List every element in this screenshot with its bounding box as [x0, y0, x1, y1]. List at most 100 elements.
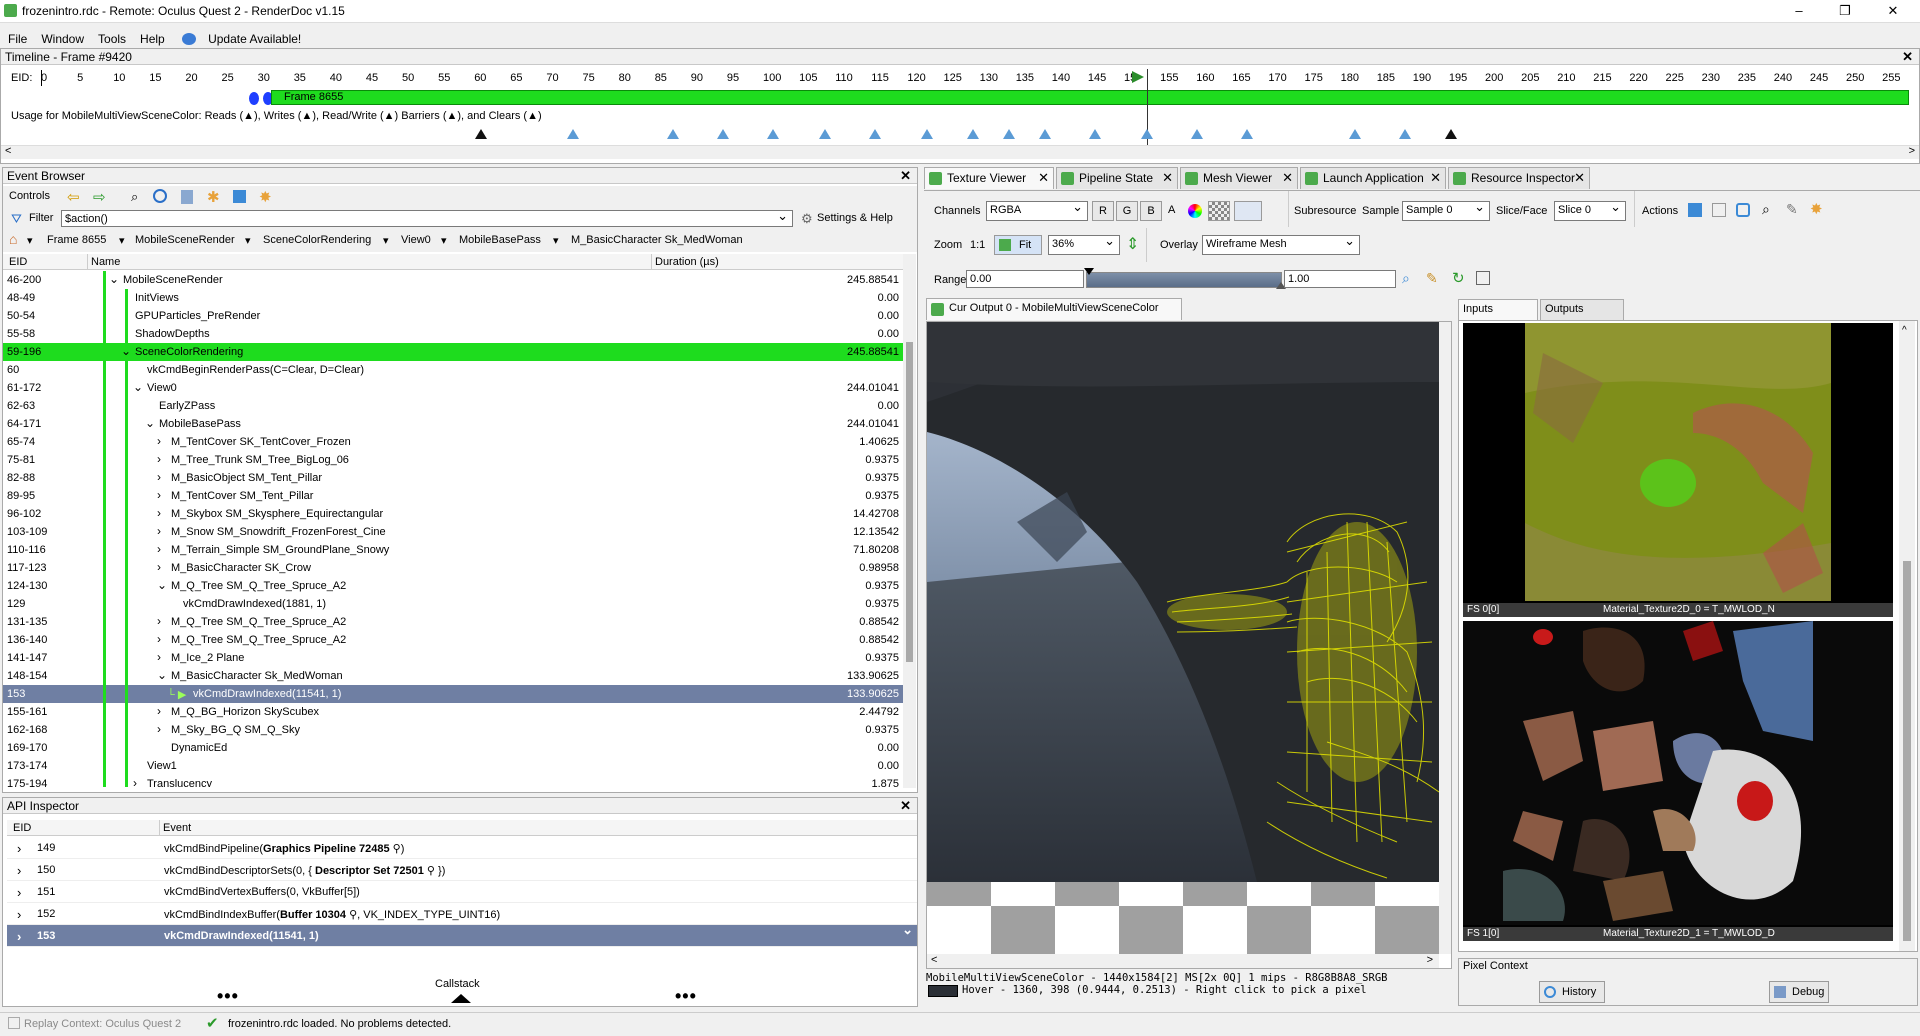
event-row[interactable]: 148-154 ⌄ M_BasicCharacter Sk_MedWoman 133.… — [3, 667, 903, 685]
event-row[interactable]: 96-102 › M_Skybox SM_Skysphere_Equirectang… — [3, 505, 903, 523]
close-icon[interactable]: ✕ — [1282, 170, 1293, 186]
texture-vscroll[interactable] — [1439, 322, 1451, 954]
current-event-flag[interactable] — [1132, 71, 1144, 83]
debug-button[interactable]: Debug — [1769, 981, 1829, 1003]
thumbnail-scrollbar[interactable]: ^ — [1899, 321, 1915, 951]
event-row[interactable]: 60 vkCmdBeginRenderPass(C=Clear, D=Clear) — [3, 361, 903, 379]
breadcrumb-item[interactable]: View0 — [401, 234, 431, 246]
api-row[interactable]: › 151 vkCmdBindVertexBuffers(0, VkBuffer[5… — [7, 881, 917, 903]
collapse-icon[interactable]: ⌄ — [145, 416, 155, 430]
event-row[interactable]: 169-170 DynamicEd 0.00 — [3, 739, 903, 757]
api-row[interactable]: › 152 vkCmdBindIndexBuffer(Buffer 10304 ⚲,… — [7, 903, 917, 925]
event-row[interactable]: 50-54 GPUParticles_PreRender 0.00 — [3, 307, 903, 325]
usage-marker[interactable] — [921, 129, 933, 139]
clock-icon[interactable] — [153, 189, 167, 203]
channel-b-toggle[interactable]: B — [1140, 201, 1162, 221]
column-eid[interactable]: EID — [9, 256, 27, 268]
expand-icon[interactable]: › — [17, 841, 21, 856]
expand-icon[interactable]: › — [157, 560, 161, 574]
event-row[interactable]: 117-123 › M_BasicCharacter SK_Crow 0.98958 — [3, 559, 903, 577]
close-icon[interactable]: ✕ — [1162, 170, 1173, 186]
save-texture-icon[interactable] — [1688, 203, 1702, 217]
column-eid[interactable]: EID — [13, 822, 31, 834]
event-row[interactable]: 64-171 ⌄ MobileBasePass 244.01041 — [3, 415, 903, 433]
binoculars-icon[interactable]: ⌕ — [1762, 201, 1770, 218]
link-icon[interactable]: ⚲ — [424, 865, 435, 877]
event-row[interactable]: 82-88 › M_BasicObject SM_Tent_Pillar 0.9375 — [3, 469, 903, 487]
usage-marker[interactable] — [1191, 129, 1203, 139]
forward-arrow-icon[interactable]: ⇨ — [93, 188, 106, 206]
collapse-icon[interactable]: ⌄ — [121, 344, 131, 358]
collapse-icon[interactable]: ⌄ — [157, 668, 167, 682]
sample-select[interactable]: Sample 0 — [1402, 199, 1490, 221]
collapse-icon[interactable]: ⌄ — [157, 578, 167, 592]
close-icon[interactable]: ✕ — [1574, 170, 1585, 186]
expand-icon[interactable]: › — [157, 506, 161, 520]
expand-icon[interactable]: › — [157, 542, 161, 556]
texture-hscroll[interactable]: < > — [927, 954, 1439, 968]
tab-launch-application[interactable]: Launch Application ✕ — [1300, 167, 1446, 189]
event-row[interactable]: 75-81 › M_Tree_Trunk SM_Tree_BigLog_06 0.93… — [3, 451, 903, 469]
tab-outputs[interactable]: Outputs — [1540, 299, 1624, 321]
usage-marker[interactable] — [667, 129, 679, 139]
expand-icon[interactable]: › — [157, 488, 161, 502]
event-row[interactable]: 155-161 › M_Q_BG_Horizon SkyScubex 2.44792 — [3, 703, 903, 721]
range-min-input[interactable]: 0.00 — [966, 270, 1084, 288]
event-row[interactable]: 131-135 › M_Q_Tree SM_Q_Tree_Spruce_A2 0.88… — [3, 613, 903, 631]
event-row[interactable]: 175-194 › Translucency 1.875 — [3, 775, 903, 787]
channel-a-toggle[interactable]: A — [1168, 204, 1175, 216]
usage-marker[interactable] — [1349, 129, 1361, 139]
api-row[interactable]: › 149 vkCmdBindPipeline(Graphics Pipeline … — [7, 837, 917, 859]
zoom-select[interactable]: 36% — [1048, 233, 1120, 255]
collapse-icon[interactable]: ⌄ — [109, 272, 119, 286]
event-row[interactable]: 65-74 › M_TentCover SK_TentCover_Frozen 1.4… — [3, 433, 903, 451]
event-row[interactable]: 48-49 InitViews 0.00 — [3, 289, 903, 307]
usage-marker[interactable] — [1241, 129, 1253, 139]
bookmark-icon[interactable] — [181, 190, 193, 204]
menu-tools[interactable]: Tools — [90, 28, 132, 46]
zoom-range-icon[interactable]: ⌕ — [1402, 270, 1410, 287]
usage-marker[interactable] — [819, 129, 831, 139]
update-available-link[interactable]: Update Available! — [174, 24, 313, 46]
filter-input[interactable]: $action() — [61, 208, 793, 227]
expand-icon[interactable]: › — [17, 929, 21, 944]
thumbnail-input-1[interactable]: FS 1[0] Material_Texture2D_1 = T_MWLOD_D — [1463, 621, 1893, 941]
expand-icon[interactable]: › — [157, 524, 161, 538]
thumbnail-input-0[interactable]: FS 0[0] Material_Texture2D_0 = T_MWLOD_N — [1463, 323, 1893, 617]
event-row[interactable]: 46-200 ⌄ MobileSceneRender 245.88541 — [3, 271, 903, 289]
link-icon[interactable]: ⚲ — [346, 909, 357, 921]
wand-icon[interactable]: ✸ — [259, 188, 272, 206]
event-row[interactable]: 124-130 ⌄ M_Q_Tree SM_Q_Tree_Spruce_A2 0.93… — [3, 577, 903, 595]
usage-marker[interactable] — [1089, 129, 1101, 139]
frame-bar[interactable]: Frame 8655 — [271, 90, 1909, 105]
expand-icon[interactable]: › — [157, 722, 161, 736]
close-icon[interactable]: ✕ — [1902, 49, 1913, 65]
event-row[interactable]: 162-168 › M_Sky_BG_Q SM_Q_Sky 0.9375 — [3, 721, 903, 739]
tab-pipeline-state[interactable]: Pipeline State ✕ — [1056, 167, 1178, 189]
usage-marker[interactable] — [1039, 129, 1051, 139]
menu-help[interactable]: Help — [132, 28, 171, 46]
usage-marker[interactable] — [1445, 129, 1457, 139]
event-row[interactable]: 62-63 EarlyZPass 0.00 — [3, 397, 903, 415]
tab-inputs[interactable]: Inputs — [1458, 299, 1538, 321]
expand-icon[interactable]: › — [157, 632, 161, 646]
channel-r-toggle[interactable]: R — [1092, 201, 1114, 221]
texture-canvas[interactable]: < > — [926, 321, 1452, 969]
event-row[interactable]: 136-140 › M_Q_Tree SM_Q_Tree_Spruce_A2 0.88… — [3, 631, 903, 649]
fit-button[interactable]: Fit — [994, 235, 1042, 255]
expand-icon[interactable]: › — [157, 650, 161, 664]
breadcrumb-item[interactable]: SceneColorRendering — [263, 234, 371, 246]
color-wheel-icon[interactable] — [1188, 204, 1202, 218]
usage-marker[interactable] — [1003, 129, 1015, 139]
close-icon[interactable]: ✕ — [900, 798, 911, 814]
expand-icon[interactable]: › — [17, 885, 21, 900]
expand-icon[interactable]: › — [157, 452, 161, 466]
channel-g-toggle[interactable]: G — [1116, 201, 1138, 221]
autofit-icon[interactable]: ✎ — [1426, 270, 1438, 287]
home-icon[interactable]: ⌂ — [9, 231, 17, 247]
close-icon[interactable]: ✕ — [1430, 170, 1441, 186]
expand-icon[interactable]: › — [157, 434, 161, 448]
breadcrumb-item[interactable]: MobileSceneRender — [135, 234, 235, 246]
usage-marker[interactable] — [1399, 129, 1411, 139]
link-icon[interactable]: ⚲ — [390, 843, 401, 855]
